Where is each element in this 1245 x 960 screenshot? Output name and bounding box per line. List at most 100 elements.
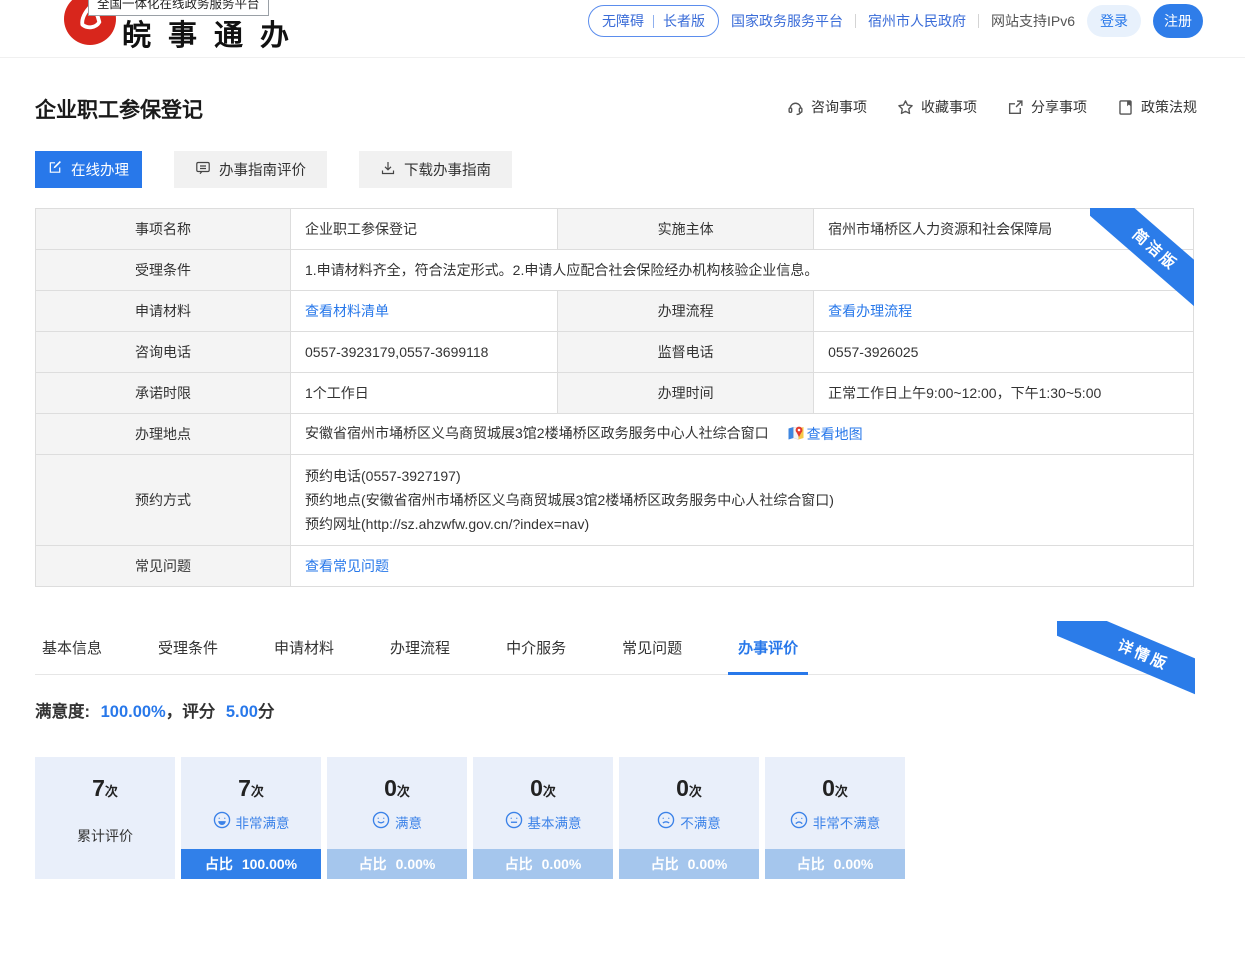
platform-badge: 全国一体化在线政务服务平台 <box>88 0 269 16</box>
consult-phone-label: 咨询电话 <box>36 332 291 373</box>
ratio-label: 占比 <box>359 854 387 874</box>
score-value: 5.00 <box>226 703 258 721</box>
accessibility-link[interactable]: 无障碍 <box>602 11 644 31</box>
unsatisfied-label: 不满意 <box>680 812 721 832</box>
evaluation-cards: 7次 累计评价 7次 非常满意 占比 100.00% 0次 <box>35 757 1210 879</box>
card-basically-satisfied: 0次 基本满意 占比 0.00% <box>473 757 613 879</box>
download-guide-button[interactable]: 下载办事指南 <box>359 151 512 188</box>
city-gov-link[interactable]: 宿州市人民政府 <box>868 11 966 31</box>
table-row: 申请材料 查看材料清单 办理流程 查看办理流程 <box>36 291 1194 332</box>
online-handle-button[interactable]: 在线办理 <box>35 151 142 188</box>
location-value: 安徽省宿州市埇桥区义乌商贸城展3馆2楼埇桥区政务服务中心人社综合窗口 <box>305 425 769 441</box>
materials-list-link[interactable]: 查看材料清单 <box>305 303 389 319</box>
basically-satisfied-icon <box>505 811 523 832</box>
ratio-label: 占比 <box>205 854 233 874</box>
score-label: ，评分 <box>166 703 216 721</box>
login-button[interactable]: 登录 <box>1087 5 1141 37</box>
very-satisfied-count: 7 <box>238 775 251 801</box>
table-row: 受理条件 1.申请材料齐全，符合法定形式。2.申请人应配合社会保险经办机构核验企… <box>36 250 1194 291</box>
ratio-label: 占比 <box>651 854 679 874</box>
map-icon <box>787 424 805 445</box>
consult-item-label: 咨询事项 <box>811 97 867 117</box>
guide-info-table: 事项名称 企业职工参保登记 实施主体 宿州市埇桥区人力资源和社会保障局 受理条件… <box>35 208 1194 587</box>
satisfaction-line: 满意度: 100.00%，评分 5.00分 <box>35 698 1210 722</box>
policy-book-icon <box>1117 99 1134 116</box>
hours-label: 办理时间 <box>558 373 814 414</box>
online-handle-label: 在线办理 <box>71 159 129 180</box>
basically-satisfied-ratio: 0.00% <box>542 856 582 872</box>
guide-review-button[interactable]: 办事指南评价 <box>174 151 327 188</box>
very-unsatisfied-icon <box>790 811 808 832</box>
tab-faq[interactable]: 常见问题 <box>622 637 682 658</box>
edit-icon <box>48 160 63 179</box>
card-total: 7次 累计评价 <box>35 757 175 879</box>
score-unit: 分 <box>258 703 275 721</box>
satisfaction-value: 100.00% <box>101 703 166 721</box>
national-platform-link[interactable]: 国家政务服务平台 <box>731 11 843 31</box>
policy-item-button[interactable]: 政策法规 <box>1117 97 1197 117</box>
process-view-link[interactable]: 查看办理流程 <box>828 303 912 319</box>
very-satisfied-icon <box>213 811 231 832</box>
map-view-link[interactable]: 查看地图 <box>807 424 863 444</box>
consult-phone-value: 0557-3923179,0557-3699118 <box>291 332 558 373</box>
total-label: 累计评价 <box>77 826 133 846</box>
very-unsatisfied-ratio: 0.00% <box>834 856 874 872</box>
count-unit: 次 <box>835 784 848 799</box>
site-name[interactable]: 皖事通办 <box>122 12 306 54</box>
hours-value: 正常工作日上午9:00~12:00，下午1:30~5:00 <box>814 373 1194 414</box>
unsatisfied-icon <box>657 811 675 832</box>
authority-label: 实施主体 <box>558 209 814 250</box>
tab-agency-service[interactable]: 中介服务 <box>506 637 566 658</box>
basically-satisfied-label: 基本满意 <box>528 812 582 832</box>
tab-basic-info[interactable]: 基本信息 <box>42 637 102 658</box>
table-row: 常见问题 查看常见问题 <box>36 546 1194 587</box>
table-row: 办理地点 安徽省宿州市埇桥区义乌商贸城展3馆2楼埇桥区政务服务中心人社综合窗口 … <box>36 414 1194 455</box>
tab-materials[interactable]: 申请材料 <box>274 637 334 658</box>
table-row: 事项名称 企业职工参保登记 实施主体 宿州市埇桥区人力资源和社会保障局 <box>36 209 1194 250</box>
satisfaction-label: 满意度: <box>35 703 90 721</box>
favorite-item-label: 收藏事项 <box>921 97 977 117</box>
quick-actions: 咨询事项 收藏事项 分享事项 <box>787 97 1197 117</box>
ratio-label: 占比 <box>797 854 825 874</box>
share-item-button[interactable]: 分享事项 <box>1007 97 1087 117</box>
materials-label: 申请材料 <box>36 291 291 332</box>
count-unit: 次 <box>251 784 264 799</box>
card-unsatisfied: 0次 不满意 占比 0.00% <box>619 757 759 879</box>
satisfied-label: 满意 <box>395 812 422 832</box>
booking-phone: 预约电话(0557-3927197) <box>305 464 1179 488</box>
nav-divider <box>978 14 979 28</box>
accessibility-pill[interactable]: 无障碍 长者版 <box>588 5 719 37</box>
booking-url: 预约网址(http://sz.ahzwfw.gov.cn/?index=nav) <box>305 512 1179 536</box>
detail-tabs: 基本信息 受理条件 申请材料 办理流程 中介服务 常见问题 办事评价 <box>35 631 1194 675</box>
tab-conditions[interactable]: 受理条件 <box>158 637 218 658</box>
total-count: 7 <box>92 775 105 801</box>
share-item-label: 分享事项 <box>1031 97 1087 117</box>
consult-item-button[interactable]: 咨询事项 <box>787 97 867 117</box>
satisfied-icon <box>372 811 390 832</box>
card-very-unsatisfied: 0次 非常不满意 占比 0.00% <box>765 757 905 879</box>
faq-label: 常见问题 <box>36 546 291 587</box>
unsatisfied-ratio: 0.00% <box>688 856 728 872</box>
satisfied-count: 0 <box>384 775 397 801</box>
tab-process[interactable]: 办理流程 <box>390 637 450 658</box>
ratio-label: 占比 <box>505 854 533 874</box>
star-icon <box>897 99 914 116</box>
deadline-value: 1个工作日 <box>291 373 558 414</box>
table-row: 预约方式 预约电话(0557-3927197) 预约地点(安徽省宿州市埇桥区义乌… <box>36 455 1194 546</box>
faq-view-link[interactable]: 查看常见问题 <box>305 558 389 574</box>
very-satisfied-label: 非常满意 <box>236 812 290 832</box>
authority-value: 宿州市埇桥区人力资源和社会保障局 <box>814 209 1194 250</box>
comment-icon <box>195 160 211 180</box>
download-icon <box>380 160 396 180</box>
satisfied-ratio: 0.00% <box>396 856 436 872</box>
unsatisfied-count: 0 <box>676 775 689 801</box>
conditions-label: 受理条件 <box>36 250 291 291</box>
item-name-value: 企业职工参保登记 <box>291 209 558 250</box>
deadline-label: 承诺时限 <box>36 373 291 414</box>
ipv6-label: 网站支持IPv6 <box>991 11 1075 31</box>
favorite-item-button[interactable]: 收藏事项 <box>897 97 977 117</box>
elder-version-link[interactable]: 长者版 <box>663 11 705 31</box>
register-button[interactable]: 注册 <box>1153 4 1203 38</box>
tab-evaluation[interactable]: 办事评价 <box>738 637 798 658</box>
pill-divider <box>653 15 654 28</box>
